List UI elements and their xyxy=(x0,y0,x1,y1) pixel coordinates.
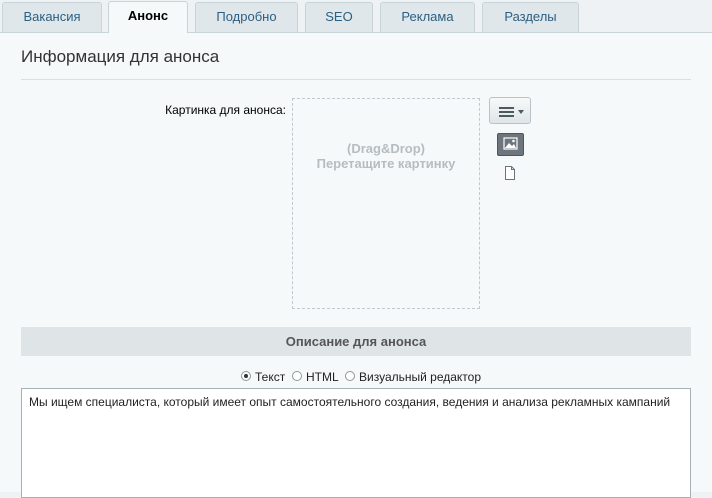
tab-vacancy[interactable]: Вакансия xyxy=(2,2,102,32)
radio-label: Текст xyxy=(255,370,286,384)
tab-sections[interactable]: Разделы xyxy=(482,2,579,32)
file-icon-button[interactable] xyxy=(502,165,518,181)
tab-seo[interactable]: SEO xyxy=(305,2,373,32)
radio-label: HTML xyxy=(306,370,339,384)
image-dropzone[interactable]: (Drag&Drop) Перетащите картинку xyxy=(292,98,480,309)
tab-announcement[interactable]: Анонс xyxy=(108,1,188,33)
tab-panel: Информация для анонса Картинка для анонс… xyxy=(0,32,712,498)
image-menu-button[interactable] xyxy=(489,97,531,124)
dropzone-hint-1: (Drag&Drop) xyxy=(347,141,425,156)
radio-circle[interactable] xyxy=(345,371,355,381)
dropzone-hint-2: Перетащите картинку xyxy=(316,156,456,171)
radio-circle[interactable] xyxy=(292,371,302,381)
tab-details[interactable]: Подробно xyxy=(195,2,298,32)
description-textarea[interactable]: Мы ищем специалиста, который имеет опыт … xyxy=(21,388,691,498)
image-icon xyxy=(503,137,518,150)
description-section-header: Описание для анонса xyxy=(21,327,691,356)
tab-advertising[interactable]: Реклама xyxy=(380,2,475,32)
chevron-down-icon xyxy=(518,110,524,114)
image-icon-button[interactable] xyxy=(497,133,524,156)
file-icon xyxy=(505,166,515,180)
image-field-label: Картинка для анонса: xyxy=(165,103,286,117)
title-divider xyxy=(21,79,691,80)
radio-circle[interactable] xyxy=(241,371,251,381)
panel-title: Информация для анонса xyxy=(21,47,220,66)
tab-bar: Вакансия Анонс Подробно SEO Реклама Разд… xyxy=(0,0,712,33)
radio-label: Визуальный редактор xyxy=(359,370,482,384)
menu-icon xyxy=(499,107,514,117)
